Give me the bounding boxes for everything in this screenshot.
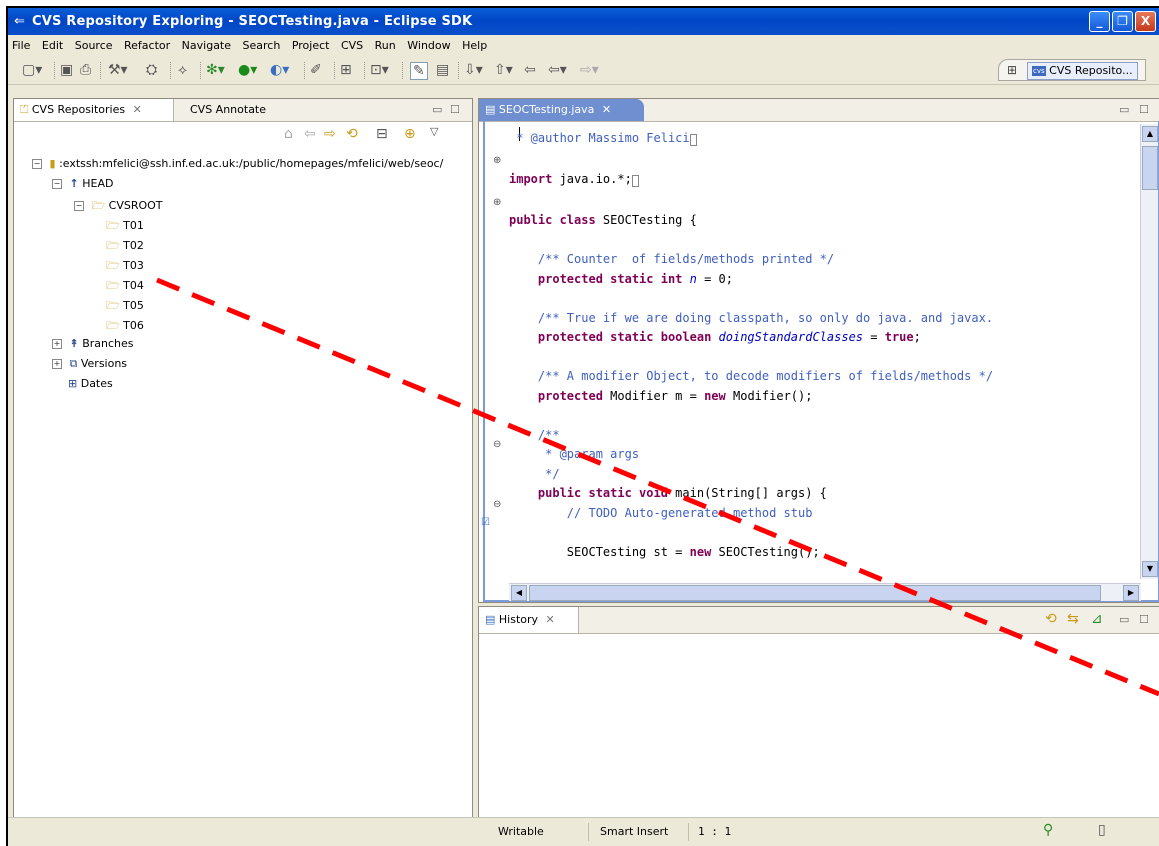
red-dashed-annotation-line [156,277,1159,697]
annotation-overlay [156,277,1159,697]
